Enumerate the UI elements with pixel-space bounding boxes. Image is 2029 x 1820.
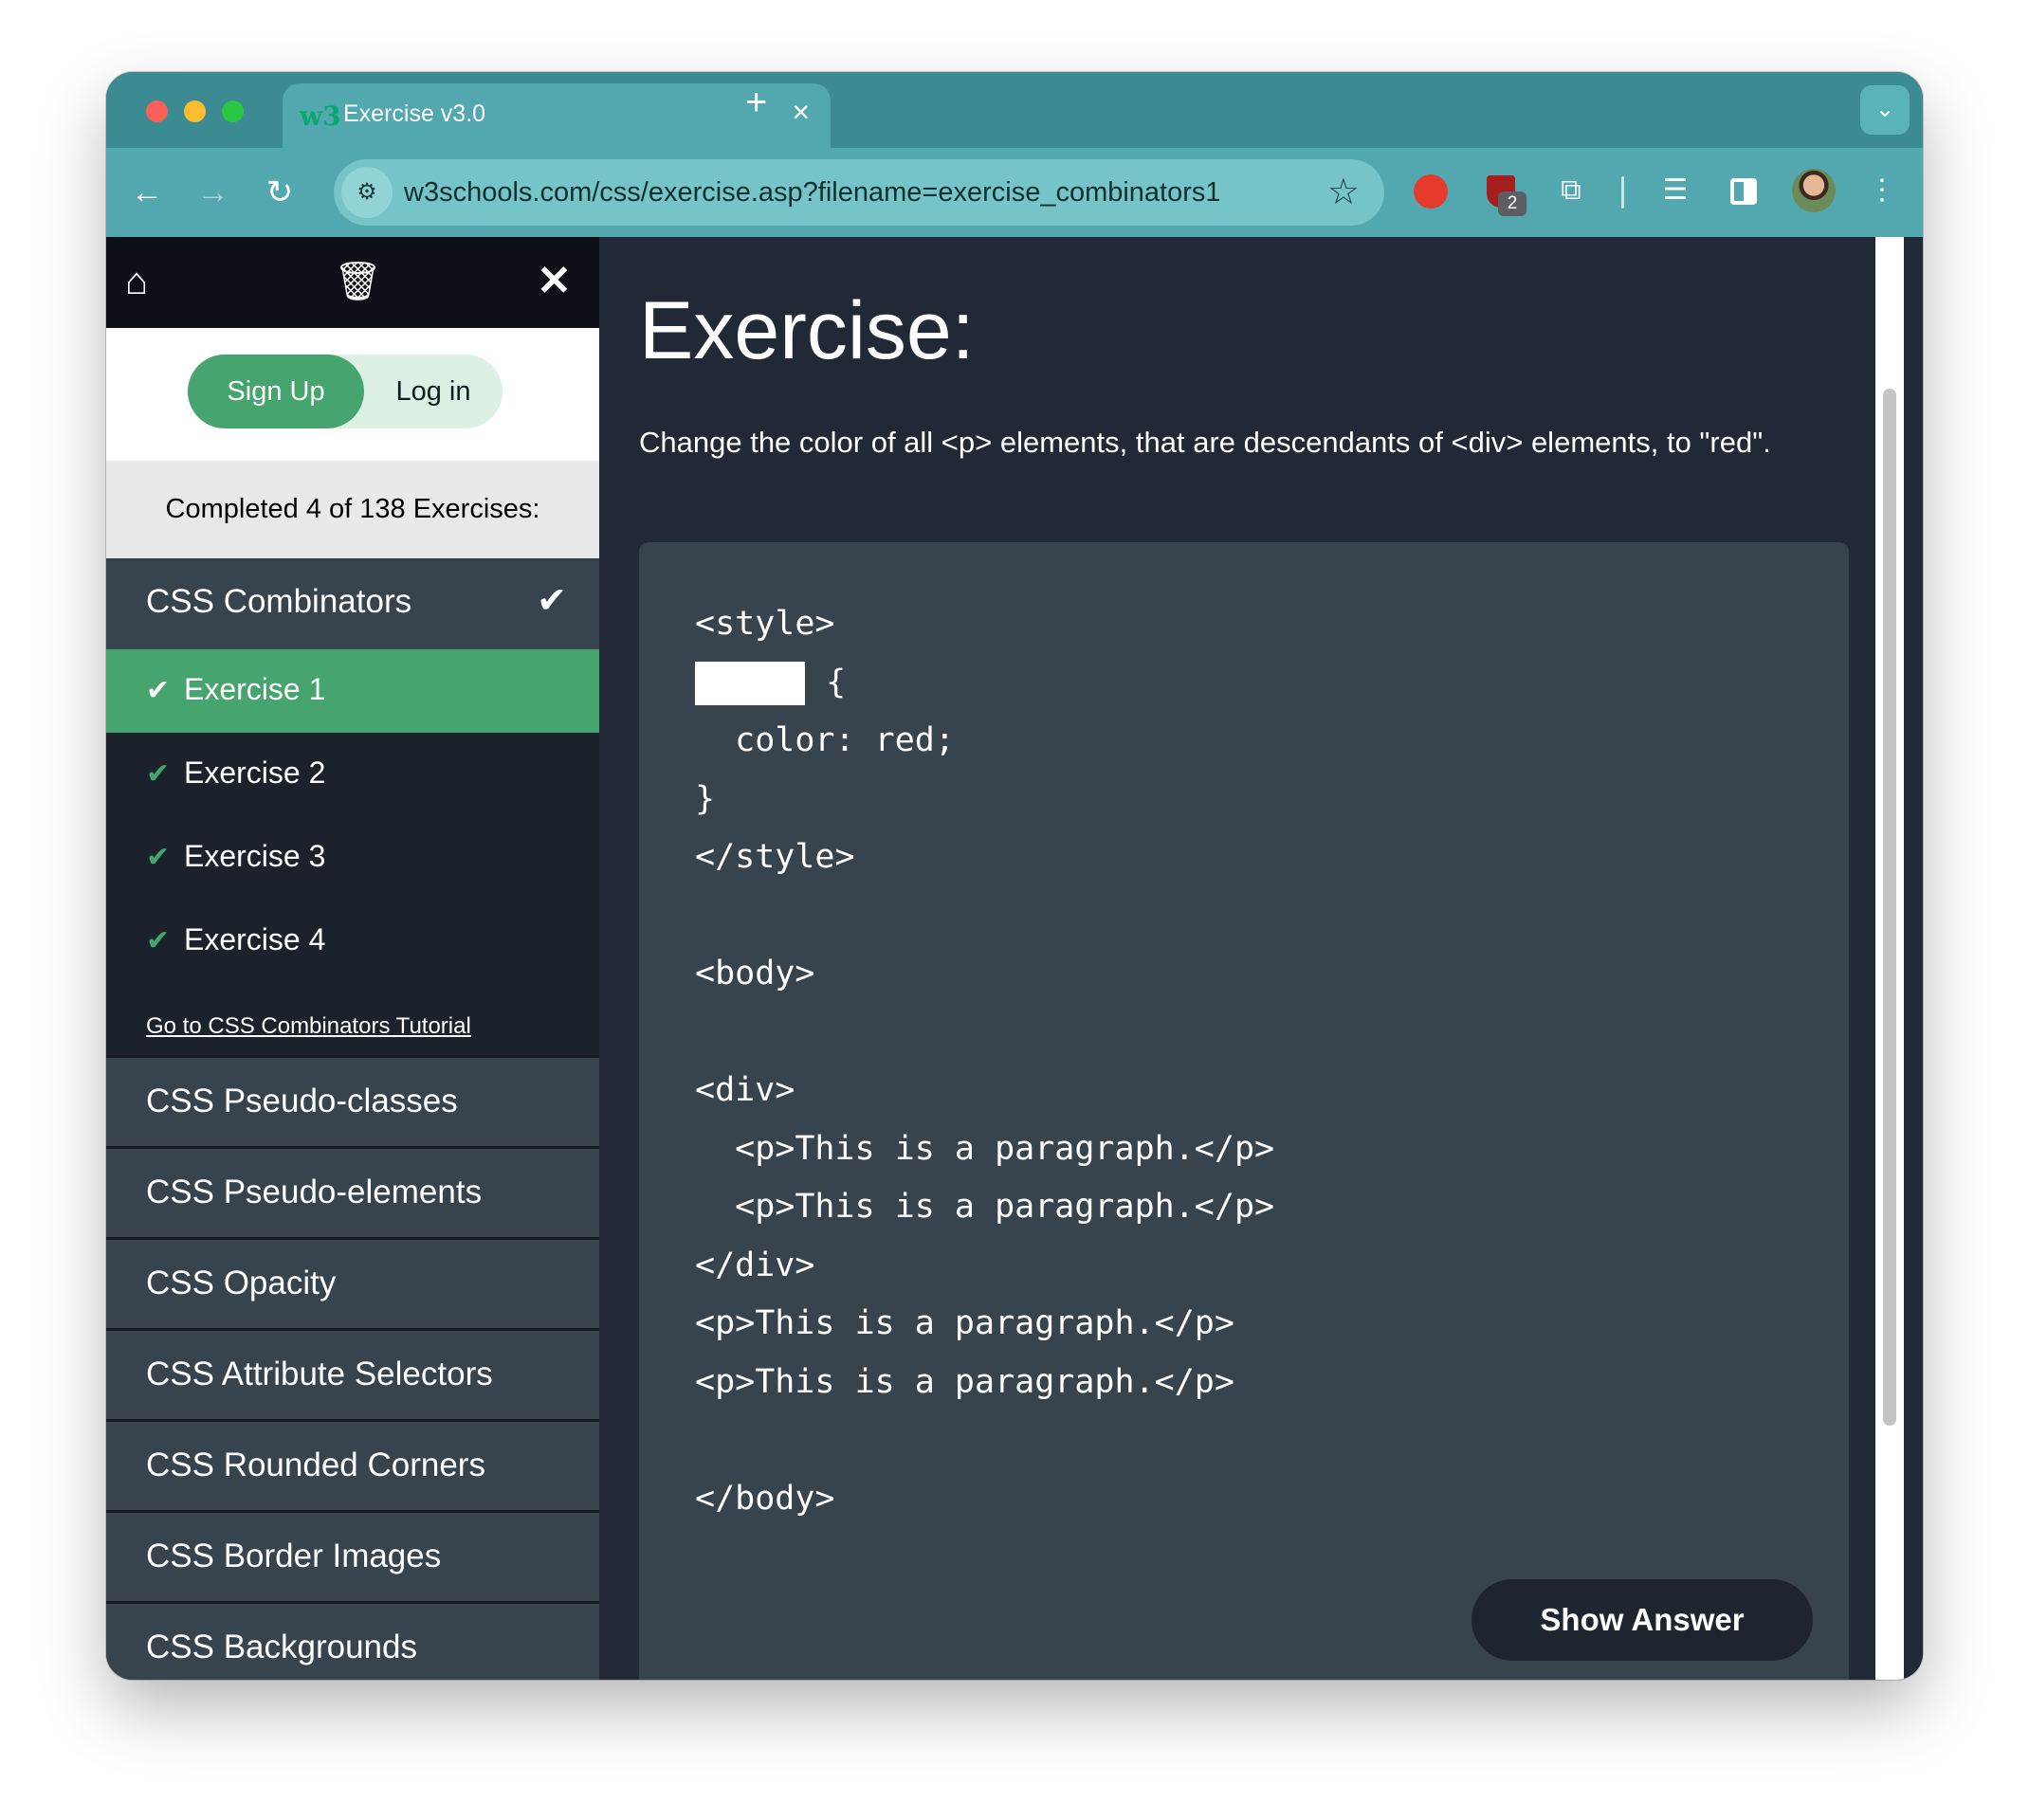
topic-pseudo-classes[interactable]: CSS Pseudo-classes [106,1055,599,1144]
tab-search-chevron-icon[interactable]: ⌄ [1860,85,1910,135]
exercise-item-3[interactable]: ✔ Exercise 3 [106,816,599,900]
code-line: </body> [695,1479,835,1518]
topic-label: CSS Attribute Selectors [146,1356,493,1392]
reload-icon[interactable]: ↻ [254,167,305,218]
check-icon: ✔ [537,581,567,621]
exercise-item-2[interactable]: ✔ Exercise 2 [106,733,599,816]
minimize-window-button[interactable] [184,100,206,122]
section-label: CSS Combinators [146,583,412,620]
forward-arrow-icon[interactable]: → [188,167,239,218]
tab-title: Exercise v3.0 [343,100,486,127]
exercise-label: Exercise 4 [184,922,326,956]
toolbar-divider [1621,176,1624,209]
topic-opacity[interactable]: CSS Opacity [106,1237,599,1326]
auth-area: Sign Up Log in [106,328,599,461]
w3schools-favicon-icon: w3 [300,100,341,132]
extension-badge: 2 [1498,191,1526,216]
progress-text: Completed 4 of 138 Exercises: [106,461,599,558]
check-icon: ✔ [146,842,171,873]
close-icon[interactable]: ✕ [537,258,572,305]
exercise-list: ✔ Exercise 1 ✔ Exercise 2 ✔ Exercise 3 ✔… [106,649,599,1055]
code-editor: <style> { color: red;} </style> <body> <div>… [639,542,1849,1680]
trash-icon[interactable]: 🗑 [334,258,382,305]
tutorial-link[interactable]: Go to CSS Combinators Tutorial [146,1013,471,1040]
auth-toggle: Sign Up Log in [188,355,503,428]
tab-strip: w3 Exercise v3.0 × + ⌄ [106,72,1923,148]
topic-label: CSS Backgrounds [146,1629,417,1665]
selector-answer-input[interactable] [695,661,805,705]
web-page: ⌂ 🗑 ✕ Sign Up Log in Completed 4 of 138 … [106,237,1923,1680]
code-block: <style> { color: red;} </style> <body> <div>… [695,595,1274,1528]
close-window-button[interactable] [146,100,168,122]
back-arrow-icon[interactable]: ← [121,167,173,218]
side-panel-icon[interactable] [1722,169,1765,212]
topic-rounded-corners[interactable]: CSS Rounded Corners [106,1419,599,1508]
code-line: <div> [695,1071,795,1109]
topic-attribute-selectors[interactable]: CSS Attribute Selectors [106,1328,599,1417]
section-css-combinators[interactable]: CSS Combinators ✔ [106,558,599,647]
topic-pseudo-elements[interactable]: CSS Pseudo-elements [106,1146,599,1235]
check-icon: ✔ [146,925,171,956]
check-icon: ✔ [146,758,171,790]
topic-label: CSS Border Images [146,1538,442,1574]
log-in-button[interactable]: Log in [364,355,503,428]
code-line: <p>This is a paragraph.</p> [695,1304,1234,1342]
page-title: Exercise: [639,285,975,376]
topic-backgrounds[interactable]: CSS Backgrounds [106,1601,599,1680]
code-line: <p>This is a paragraph.</p> [695,1362,1234,1401]
tab-close-icon[interactable]: × [792,95,810,130]
code-line: } [695,779,716,818]
address-bar[interactable]: ⚙ w3schools.com/css/exercise.asp?filenam… [334,159,1384,226]
code-line-with-input: { [695,654,1274,713]
sign-up-button[interactable]: Sign Up [188,355,364,428]
code-line: <style> [695,605,835,643]
page-scrollbar[interactable] [1875,237,1904,1680]
code-line: <p>This is a paragraph.</p> [695,1129,1275,1168]
url-text[interactable]: w3schools.com/css/exercise.asp?filename=… [404,177,1221,209]
exercise-label: Exercise 1 [184,672,326,706]
extensions-puzzle-icon[interactable]: ⧉ [1549,169,1593,212]
topic-border-images[interactable]: CSS Border Images [106,1510,599,1599]
code-line-text: { [826,663,847,701]
topic-label: CSS Rounded Corners [146,1447,485,1483]
exercise-label: Exercise 3 [184,839,326,873]
exercise-item-1[interactable]: ✔ Exercise 1 [106,649,599,733]
maximize-window-button[interactable] [222,100,244,122]
exercise-main: Exercise: Change the color of all <p> el… [599,237,1904,1680]
code-line: <body> [695,955,815,992]
stop-hand-extension-icon[interactable] [1409,169,1453,212]
chrome-menu-kebab-icon[interactable]: ⋮ [1860,169,1904,212]
check-icon: ✔ [146,675,171,706]
scrollbar-thumb[interactable] [1883,389,1896,1426]
browser-toolbar: ← → ↻ ⚙ w3schools.com/css/exercise.asp?f… [106,148,1923,237]
bookmark-star-icon[interactable]: ☆ [1327,171,1360,213]
media-queue-icon[interactable]: ☰ [1654,169,1697,212]
new-tab-icon[interactable]: + [745,82,767,124]
sidebar-toolbar: ⌂ 🗑 ✕ [106,237,599,328]
show-answer-button[interactable]: Show Answer [1471,1579,1813,1661]
exercise-instruction: Change the color of all <p> elements, th… [639,426,1771,459]
exercise-sidebar: ⌂ 🗑 ✕ Sign Up Log in Completed 4 of 138 … [106,237,599,1680]
exercise-label: Exercise 2 [184,755,326,790]
topic-label: CSS Opacity [146,1265,337,1301]
code-line: </div> [695,1246,815,1284]
exercise-item-4[interactable]: ✔ Exercise 4 [106,900,599,983]
profile-avatar[interactable] [1792,169,1836,212]
topic-label: CSS Pseudo-classes [146,1083,458,1119]
browser-window: w3 Exercise v3.0 × + ⌄ ← → ↻ ⚙ w3schools… [106,72,1923,1680]
code-line: <p>This is a paragraph.</p> [695,1188,1275,1226]
code-line: color: red; [695,721,955,759]
home-icon[interactable]: ⌂ [125,258,148,305]
code-line: </style> [695,838,855,876]
site-settings-icon[interactable]: ⚙ [341,167,393,218]
topic-label: CSS Pseudo-elements [146,1174,483,1210]
